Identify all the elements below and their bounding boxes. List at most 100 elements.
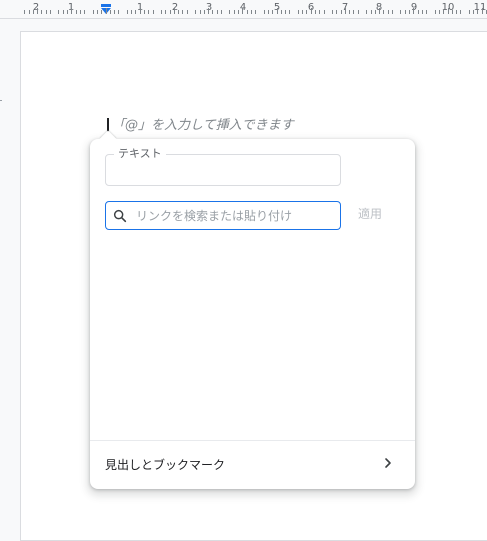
ruler-tick [76, 10, 77, 14]
ruler-tick [174, 8, 175, 14]
ruler-tick [268, 10, 269, 14]
ruler-tick [238, 10, 239, 14]
link-search-input[interactable] [136, 206, 332, 225]
link-text-field[interactable]: テキスト [105, 147, 341, 186]
ruler-number: 11 [473, 2, 487, 13]
ruler-tick [187, 10, 188, 14]
ruler-tick [477, 10, 478, 14]
ruler-tick [375, 10, 376, 14]
ruler-tick [264, 10, 265, 14]
ruler-tick [80, 10, 81, 14]
ruler-tick [41, 10, 42, 14]
ruler-tick [345, 8, 346, 14]
ruler-tick [247, 10, 248, 14]
ruler-tick [131, 10, 132, 14]
ruler-tick [435, 10, 436, 14]
ruler-tick [229, 10, 230, 14]
ruler-tick [332, 10, 333, 14]
ruler-tick [302, 10, 303, 14]
ruler-tick [234, 10, 235, 14]
ruler-tick [84, 10, 85, 14]
ruler-tick [371, 10, 372, 14]
headings-and-bookmarks-item[interactable]: 見出しとブックマーク [90, 441, 415, 487]
ruler-tick [379, 8, 380, 14]
ruler-tick [409, 10, 410, 14]
ruler-tick [46, 10, 47, 14]
ruler-tick [33, 10, 34, 14]
insert-link-popup: テキスト 適用 見出しとブックマーク [90, 130, 415, 489]
ruler-tick [452, 10, 453, 14]
ruler-tick [336, 10, 337, 14]
ruler-tick [277, 8, 278, 14]
ruler-tick [272, 10, 273, 14]
ruler-tick [349, 10, 350, 14]
ruler-tick [118, 10, 119, 14]
ruler-tick [29, 10, 30, 14]
ruler-tick [255, 10, 256, 14]
ruler-tick [383, 10, 384, 14]
ruler-tick [358, 10, 359, 14]
ruler-tick [469, 10, 470, 14]
link-search-field[interactable] [105, 201, 341, 230]
horizontal-ruler[interactable]: 2 1 1 2 3 4 5 6 7 8 9 10 11 [0, 0, 487, 19]
ruler-tick [298, 10, 299, 14]
ruler-tick [217, 10, 218, 14]
ruler-tick [439, 10, 440, 14]
ruler-tick [448, 8, 449, 14]
ruler-tick [170, 10, 171, 14]
ruler-tick [315, 10, 316, 14]
ruler-tick [306, 10, 307, 14]
ruler-tick [473, 10, 474, 14]
ruler-tick [50, 10, 51, 14]
ruler-tick [93, 10, 94, 14]
ruler-tick [285, 10, 286, 14]
ruler-tick [37, 8, 38, 14]
ruler-tick [281, 10, 282, 14]
ruler-tick [366, 10, 367, 14]
ruler-tick [153, 10, 154, 14]
ruler-tick [101, 10, 102, 14]
ruler-tick [161, 10, 162, 14]
ruler-tick [212, 10, 213, 14]
ruler-tick [204, 10, 205, 14]
ruler-tick [418, 10, 419, 14]
ruler-tick [221, 10, 222, 14]
ruler-tick [443, 10, 444, 14]
ruler-tick [71, 8, 72, 14]
ruler-tick [127, 10, 128, 14]
insert-hint-text: 「@」を入力して挿入できます [112, 118, 294, 133]
search-icon [113, 209, 127, 223]
ruler-number: 4 [239, 2, 247, 13]
ruler-tick [67, 10, 68, 14]
ruler-tick [324, 10, 325, 14]
headings-and-bookmarks-label: 見出しとブックマーク [105, 458, 226, 472]
ruler-tick [195, 10, 196, 14]
ruler-tick [482, 8, 483, 14]
ruler-tick [319, 10, 320, 14]
ruler-tick [178, 10, 179, 14]
ruler-tick [140, 8, 141, 14]
ruler-tick [353, 10, 354, 14]
ruler-tick [400, 10, 401, 14]
ruler-tick [208, 8, 209, 14]
ruler-tick [58, 10, 59, 14]
ruler-tick [135, 10, 136, 14]
ruler-tick [392, 10, 393, 14]
ruler-tick [148, 10, 149, 14]
ruler-tick [24, 10, 25, 14]
ruler-tick [165, 10, 166, 14]
ruler-tick [114, 10, 115, 14]
ruler-tick [460, 10, 461, 14]
ruler-tick [251, 10, 252, 14]
vertical-ruler-mark [0, 100, 2, 101]
chevron-right-icon [385, 458, 391, 468]
ruler-tick [456, 10, 457, 14]
apply-button[interactable]: 適用 [358, 206, 382, 222]
ruler-tick [63, 10, 64, 14]
ruler-tick [413, 8, 414, 14]
ruler-tick [200, 10, 201, 14]
ruler-tick [388, 10, 389, 14]
ruler-tick [405, 10, 406, 14]
ruler-tick [341, 10, 342, 14]
ruler-tick [422, 10, 423, 14]
